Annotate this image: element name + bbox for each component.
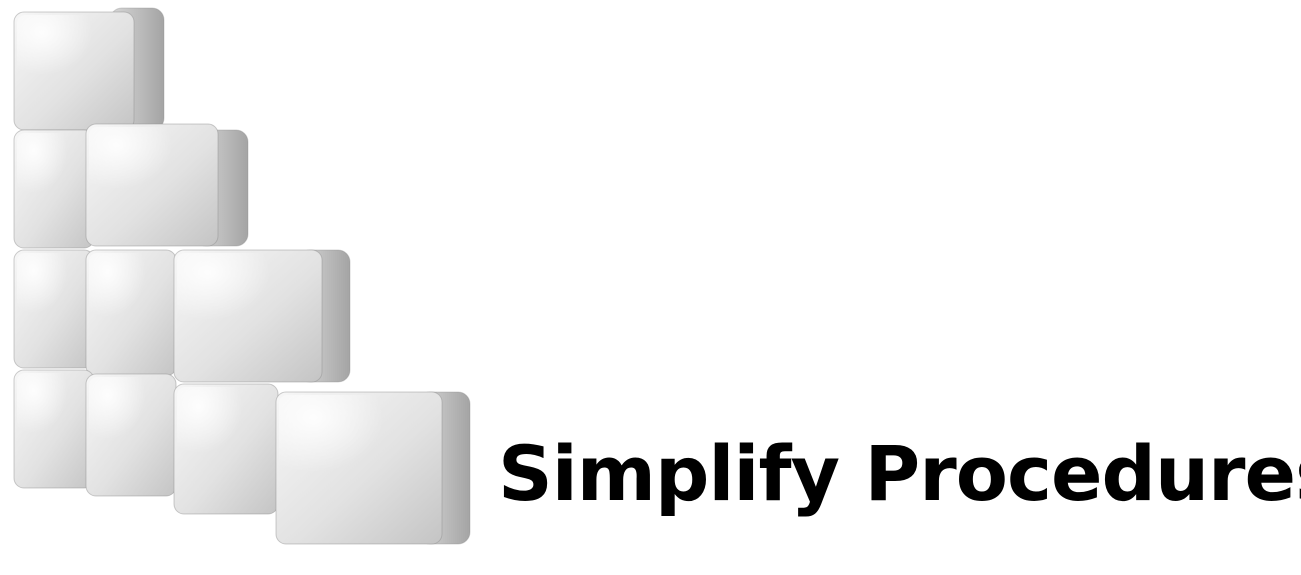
cube (173, 249, 351, 383)
cube (85, 373, 177, 497)
stacked-cubes-staircase-icon (13, 7, 471, 545)
cube-highlight (17, 373, 73, 444)
cube (85, 249, 177, 377)
cube (275, 391, 471, 545)
cube (85, 123, 249, 247)
cube-highlight (89, 253, 152, 329)
cube (13, 7, 165, 131)
cube-highlight (17, 133, 73, 204)
cube-highlight (89, 127, 182, 201)
cube-highlight (89, 377, 152, 451)
cube-highlight (177, 387, 250, 465)
cube (13, 369, 95, 489)
headline-simplify-procedures: Simplify Procedures (498, 429, 1301, 518)
cube (13, 249, 95, 369)
cube-highlight (17, 253, 73, 324)
cube (173, 383, 279, 515)
cube-highlight (177, 253, 281, 333)
cube-highlight (17, 15, 101, 86)
cube (13, 129, 95, 249)
cube-highlight (279, 395, 396, 487)
